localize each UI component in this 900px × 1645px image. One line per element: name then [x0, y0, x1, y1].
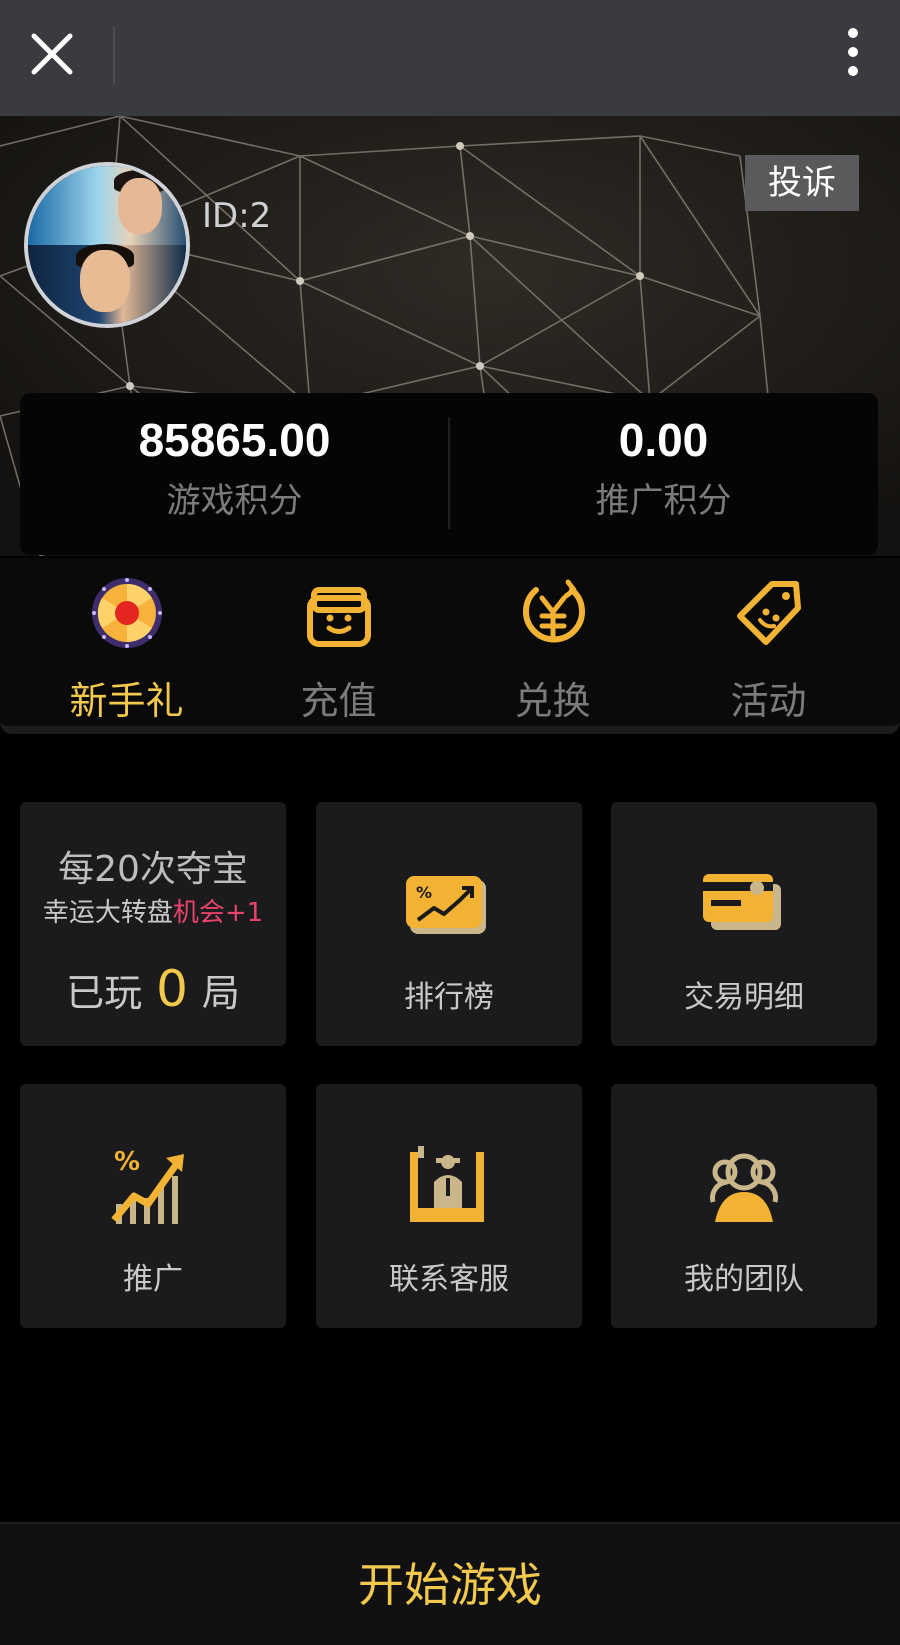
customer-service-card[interactable]: 联系客服: [316, 1084, 582, 1328]
points-card: 85865.00 游戏积分 0.00 推广积分: [20, 393, 878, 555]
bottom-bar: 开始游戏: [0, 1522, 900, 1645]
transactions-card[interactable]: 交易明细: [611, 802, 877, 1046]
top-bar: [0, 0, 900, 116]
ranking-card[interactable]: % 排行榜: [316, 802, 582, 1046]
start-game-button[interactable]: 开始游戏: [0, 1524, 900, 1645]
customer-service-label: 联系客服: [389, 1262, 509, 1297]
tag-icon: [732, 576, 806, 650]
promotion-label: 推广: [123, 1262, 183, 1297]
treasure-card[interactable]: 每20次夺宝 幸运大转盘机会+1 已玩 0 局: [20, 802, 286, 1046]
yen-exchange-icon: [516, 576, 590, 650]
treasure-subtitle: 幸运大转盘机会+1: [42, 898, 264, 928]
quick-action-recharge[interactable]: 充值: [226, 558, 451, 734]
team-label: 我的团队: [684, 1262, 804, 1297]
quick-actions: 新手礼 充值 兑换 活动: [0, 558, 900, 734]
promo-points: 0.00 推广积分: [449, 393, 878, 555]
svg-text:%: %: [114, 1147, 140, 1177]
team-card[interactable]: 我的团队: [611, 1084, 877, 1328]
growth-icon: %: [108, 1142, 198, 1232]
wallet-icon: [302, 576, 376, 650]
promo-points-label: 推广积分: [595, 481, 732, 521]
complain-button[interactable]: 投诉: [745, 155, 859, 211]
transactions-label: 交易明细: [684, 980, 804, 1015]
quick-action-events[interactable]: 活动: [656, 558, 881, 734]
game-points: 85865.00 游戏积分: [20, 393, 449, 555]
top-bar-divider: [113, 26, 115, 84]
avatar[interactable]: [24, 162, 190, 328]
treasure-title: 每20次夺宝: [58, 849, 248, 890]
ranking-label: 排行榜: [404, 980, 494, 1015]
user-id: ID:2: [202, 196, 272, 236]
quick-action-exchange[interactable]: 兑换: [440, 558, 665, 734]
quick-action-newbie-gift[interactable]: 新手礼: [14, 558, 239, 734]
quick-action-label: 活动: [730, 679, 807, 723]
card-icon: [699, 860, 789, 950]
promo-points-value: 0.00: [618, 414, 709, 466]
svg-text:%: %: [416, 883, 432, 902]
quick-action-label: 兑换: [514, 679, 591, 723]
game-points-value: 85865.00: [138, 414, 331, 466]
quick-action-label: 充值: [300, 679, 377, 723]
close-icon[interactable]: [28, 30, 76, 78]
treasure-count: 已玩 0 局: [66, 960, 240, 1018]
promotion-card[interactable]: % 推广: [20, 1084, 286, 1328]
game-points-label: 游戏积分: [166, 481, 303, 521]
quick-action-label: 新手礼: [69, 679, 184, 723]
team-icon: [699, 1142, 789, 1232]
ranking-chart-icon: %: [404, 860, 494, 950]
wheel-icon: [90, 576, 164, 650]
played-count: 0: [156, 960, 188, 1018]
more-vertical-icon[interactable]: [846, 28, 860, 82]
treasure-highlight: 机会+1: [172, 898, 264, 928]
customer-service-icon: [404, 1142, 494, 1232]
